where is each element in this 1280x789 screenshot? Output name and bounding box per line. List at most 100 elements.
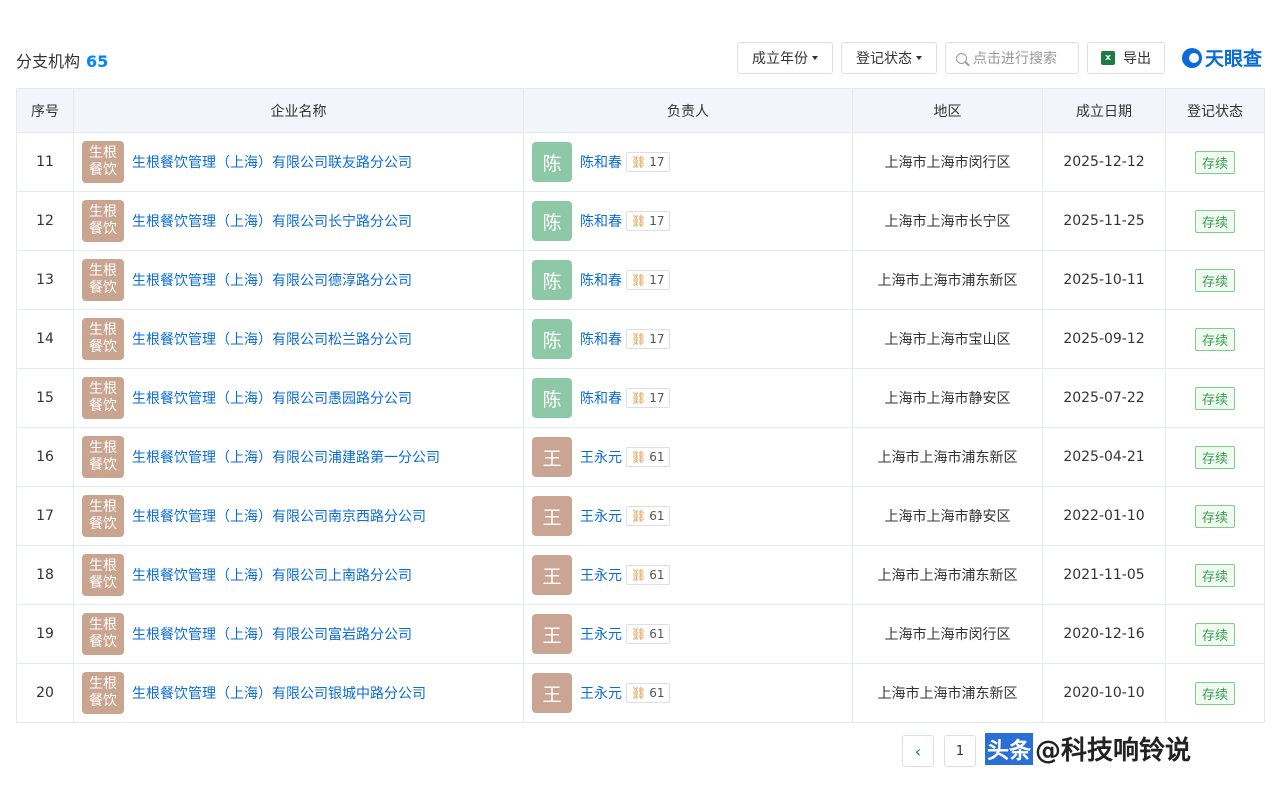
person-link[interactable]: 陈和春 <box>580 270 622 290</box>
tianyancha-logo: 天眼查 <box>1182 44 1262 71</box>
table-row: 19 生根餐饮 生根餐饮管理（上海）有限公司富岩路分公司王王永元 ⛓ 61 上海市上海市闵… <box>16 604 1265 664</box>
row-number: 19 <box>16 604 74 664</box>
region-cell: 上海市上海市闵行区 <box>852 132 1043 192</box>
company-link[interactable]: 生根餐饮管理（上海）有限公司长宁路分公司 <box>132 211 412 231</box>
status-badge: 存续 <box>1194 209 1235 233</box>
filter-year-dropdown[interactable]: 成立年份 <box>737 42 833 74</box>
company-link[interactable]: 生根餐饮管理（上海）有限公司德淳路分公司 <box>132 270 412 290</box>
page-button[interactable]: 1 <box>944 735 976 767</box>
relation-count: 17 <box>649 391 665 405</box>
table-row: 12 生根餐饮 生根餐饮管理（上海）有限公司长宁路分公司陈陈和春 ⛓ 17 上海市上海市长… <box>16 191 1265 251</box>
relation-badge[interactable]: ⛓ 17 <box>626 329 670 349</box>
date-cell: 2021-11-05 <box>1042 545 1166 605</box>
person-link[interactable]: 王永元 <box>580 683 622 703</box>
section-title-text: 分支机构 <box>16 52 81 71</box>
relation-count: 61 <box>649 686 665 700</box>
company-link[interactable]: 生根餐饮管理（上海）有限公司浦建路第一分公司 <box>132 447 440 467</box>
date-cell: 2020-12-16 <box>1042 604 1166 664</box>
date-cell: 2025-09-12 <box>1042 309 1166 369</box>
relation-badge[interactable]: ⛓ 17 <box>626 270 670 290</box>
company-cell: 生根餐饮 生根餐饮管理（上海）有限公司南京西路分公司 <box>73 486 524 546</box>
region-cell: 上海市上海市宝山区 <box>852 309 1043 369</box>
col-header-status: 登记状态 <box>1165 88 1265 133</box>
prev-page-button[interactable]: ‹ <box>902 735 934 767</box>
relation-count: 61 <box>649 568 665 582</box>
brand-name: 天眼查 <box>1205 48 1263 70</box>
company-logo: 生根餐饮 <box>82 200 124 242</box>
date-cell: 2025-11-25 <box>1042 191 1166 251</box>
person-cell: 王王永元 ⛓ 61 <box>523 663 853 723</box>
watermark-handle: @科技响铃说 <box>1035 736 1192 766</box>
status-badge: 存续 <box>1194 268 1235 292</box>
avatar: 王 <box>532 614 572 654</box>
col-header-no: 序号 <box>16 88 74 133</box>
person-link[interactable]: 王永元 <box>580 565 622 585</box>
status-cell: 存续 <box>1165 604 1265 664</box>
export-button[interactable]: x 导出 <box>1087 42 1165 74</box>
avatar: 陈 <box>532 319 572 359</box>
table-row: 11 生根餐饮 生根餐饮管理（上海）有限公司联友路分公司陈陈和春 ⛓ 17 上海市上海市闵… <box>16 132 1265 192</box>
search-input[interactable]: 点击进行搜索 <box>945 42 1079 74</box>
col-header-person: 负责人 <box>523 88 853 133</box>
eye-logo-icon <box>1182 47 1202 68</box>
filter-status-dropdown[interactable]: 登记状态 <box>841 42 937 74</box>
relation-badge[interactable]: ⛓ 61 <box>626 506 670 526</box>
branch-header: 分支机构 65 成立年份 登记状态 点击进行搜索 x 导出 天眼查 <box>16 42 1264 76</box>
relation-badge[interactable]: ⛓ 17 <box>626 152 670 172</box>
region-cell: 上海市上海市闵行区 <box>852 604 1043 664</box>
relation-count: 17 <box>649 155 665 169</box>
relation-badge[interactable]: ⛓ 61 <box>626 683 670 703</box>
date-cell: 2022-01-10 <box>1042 486 1166 546</box>
pagination: ‹ 1 <box>902 735 986 767</box>
company-link[interactable]: 生根餐饮管理（上海）有限公司愚园路分公司 <box>132 388 412 408</box>
table-row: 18 生根餐饮 生根餐饮管理（上海）有限公司上南路分公司王王永元 ⛓ 61 上海市上海市浦… <box>16 545 1265 605</box>
company-link[interactable]: 生根餐饮管理（上海）有限公司南京西路分公司 <box>132 506 426 526</box>
person-link[interactable]: 陈和春 <box>580 152 622 172</box>
person-link[interactable]: 陈和春 <box>580 329 622 349</box>
company-link[interactable]: 生根餐饮管理（上海）有限公司富岩路分公司 <box>132 624 412 644</box>
relation-graph-icon: ⛓ <box>631 627 647 641</box>
status-badge: 存续 <box>1194 563 1235 587</box>
person-link[interactable]: 王永元 <box>580 447 622 467</box>
row-number: 11 <box>16 132 74 192</box>
relation-count: 17 <box>649 214 665 228</box>
row-number: 17 <box>16 486 74 546</box>
col-header-company: 企业名称 <box>73 88 524 133</box>
company-link[interactable]: 生根餐饮管理（上海）有限公司上南路分公司 <box>132 565 412 585</box>
search-icon <box>956 52 967 64</box>
status-cell: 存续 <box>1165 486 1265 546</box>
avatar: 陈 <box>532 378 572 418</box>
status-cell: 存续 <box>1165 191 1265 251</box>
relation-badge[interactable]: ⛓ 61 <box>626 624 670 644</box>
status-cell: 存续 <box>1165 545 1265 605</box>
section-title: 分支机构 65 <box>16 48 108 72</box>
watermark: 头条 @科技响铃说 <box>985 730 1192 767</box>
person-cell: 陈陈和春 ⛓ 17 <box>523 250 853 310</box>
region-cell: 上海市上海市静安区 <box>852 368 1043 428</box>
table-row: 13 生根餐饮 生根餐饮管理（上海）有限公司德淳路分公司陈陈和春 ⛓ 17 上海市上海市浦… <box>16 250 1265 310</box>
person-link[interactable]: 陈和春 <box>580 211 622 231</box>
status-cell: 存续 <box>1165 132 1265 192</box>
person-link[interactable]: 陈和春 <box>580 388 622 408</box>
status-cell: 存续 <box>1165 427 1265 487</box>
company-logo: 生根餐饮 <box>82 495 124 537</box>
relation-badge[interactable]: ⛓ 61 <box>626 447 670 467</box>
company-logo: 生根餐饮 <box>82 141 124 183</box>
row-number: 14 <box>16 309 74 369</box>
region-cell: 上海市上海市浦东新区 <box>852 545 1043 605</box>
relation-badge[interactable]: ⛓ 17 <box>626 388 670 408</box>
company-link[interactable]: 生根餐饮管理（上海）有限公司银城中路分公司 <box>132 683 426 703</box>
date-cell: 2025-07-22 <box>1042 368 1166 428</box>
table-header-row: 序号 企业名称 负责人 地区 成立日期 登记状态 <box>16 88 1265 133</box>
person-link[interactable]: 王永元 <box>580 624 622 644</box>
company-cell: 生根餐饮 生根餐饮管理（上海）有限公司上南路分公司 <box>73 545 524 605</box>
status-badge: 存续 <box>1194 681 1235 705</box>
caret-down-icon <box>916 56 922 60</box>
relation-badge[interactable]: ⛓ 61 <box>626 565 670 585</box>
relation-badge[interactable]: ⛓ 17 <box>626 211 670 231</box>
company-link[interactable]: 生根餐饮管理（上海）有限公司松兰路分公司 <box>132 329 412 349</box>
company-link[interactable]: 生根餐饮管理（上海）有限公司联友路分公司 <box>132 152 412 172</box>
status-badge: 存续 <box>1194 445 1235 469</box>
person-link[interactable]: 王永元 <box>580 506 622 526</box>
avatar: 王 <box>532 437 572 477</box>
